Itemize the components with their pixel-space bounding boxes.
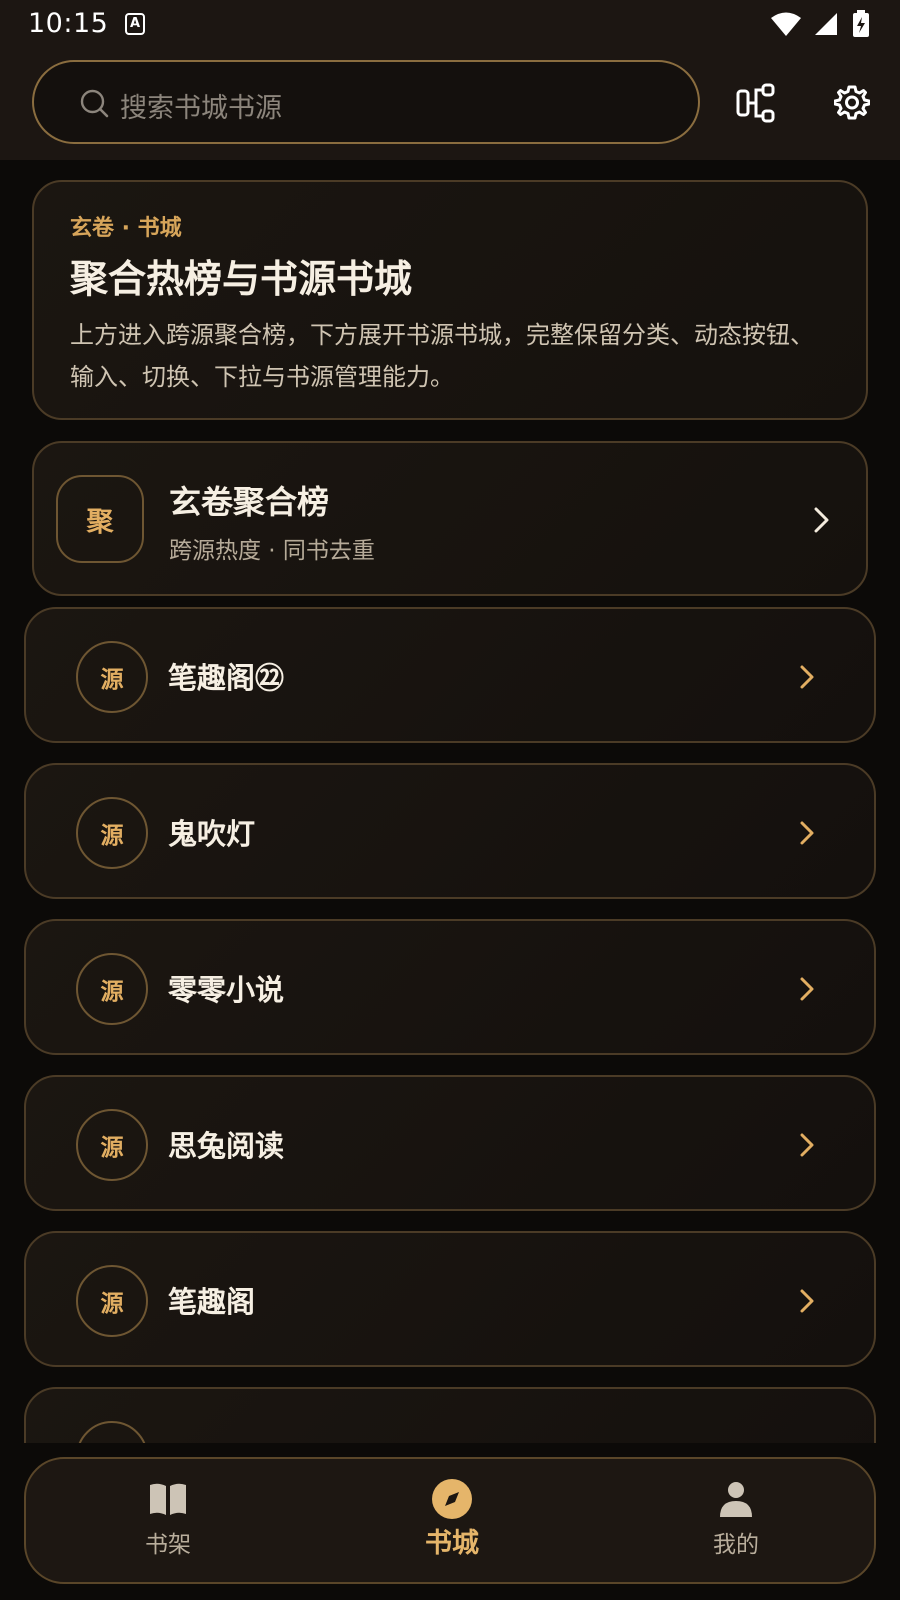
chevron-right-icon xyxy=(800,1133,814,1157)
chevron-right-icon xyxy=(800,665,814,689)
bottom-navigation: 书架 书城 我的 xyxy=(24,1457,876,1584)
cellular-signal-icon xyxy=(814,13,837,35)
intro-title: 聚合热榜与书源书城 xyxy=(70,257,413,301)
source-item[interactable]: 源 零零小说 xyxy=(24,919,876,1055)
source-name: 笔趣阁㉒ xyxy=(168,661,285,695)
source-badge: 源 xyxy=(76,953,148,1025)
source-item[interactable]: 源 鬼吹灯 xyxy=(24,763,876,899)
nav-bookshelf[interactable]: 书架 xyxy=(68,1459,268,1582)
intro-kicker: 玄卷 · 书城 xyxy=(70,216,182,241)
source-badge: 源 xyxy=(76,1265,148,1337)
search-icon xyxy=(80,89,109,118)
intro-description: 上方进入跨源聚合榜，下方展开书源书城，完整保留分类、动态按钮、输入、切换、下拉与… xyxy=(70,321,814,391)
notification-icon: A xyxy=(125,13,145,35)
source-badge: 源 xyxy=(76,641,148,713)
book-open-icon xyxy=(150,1483,186,1515)
search-placeholder: 搜索书城书源 xyxy=(120,93,282,124)
source-badge: 源 xyxy=(76,797,148,869)
nav-label: 我的 xyxy=(713,1532,759,1558)
intro-card: 玄卷 · 书城 聚合热榜与书源书城 上方进入跨源聚合榜，下方展开书源书城，完整保… xyxy=(32,180,868,420)
compass-icon xyxy=(432,1479,472,1519)
status-indicators xyxy=(770,10,870,40)
chevron-right-icon xyxy=(800,821,814,845)
source-item[interactable]: 源 笔趣阁 xyxy=(24,1231,876,1367)
wifi-icon xyxy=(770,12,801,36)
aggregate-badge: 聚 xyxy=(56,475,144,563)
nav-label: 书城 xyxy=(425,1528,479,1559)
chevron-right-icon xyxy=(800,977,814,1001)
status-time: 10:15 xyxy=(28,8,109,39)
source-badge: 源 xyxy=(76,1109,148,1181)
person-icon xyxy=(720,1482,752,1517)
nav-bookstore[interactable]: 书城 xyxy=(352,1459,552,1582)
top-header: 搜索书城书源 xyxy=(0,50,900,160)
source-flow-icon[interactable] xyxy=(736,83,776,123)
gear-icon[interactable] xyxy=(834,84,870,120)
source-name: 鬼吹灯 xyxy=(168,817,256,851)
source-item[interactable]: 源 xyxy=(24,1387,876,1443)
source-name: 思兔阅读 xyxy=(168,1129,285,1163)
source-name: 零零小说 xyxy=(168,973,285,1007)
source-item[interactable]: 源 笔趣阁㉒ xyxy=(24,607,876,743)
source-list: 源 笔趣阁㉒ 源 鬼吹灯 源 零零小说 源 思兔阅读 源 笔趣阁 xyxy=(0,607,900,1443)
aggregate-subtitle: 跨源热度 · 同书去重 xyxy=(169,538,375,564)
chevron-right-icon xyxy=(814,507,829,533)
battery-charging-icon xyxy=(853,10,869,37)
source-item[interactable]: 源 思兔阅读 xyxy=(24,1075,876,1211)
source-name: 笔趣阁 xyxy=(168,1285,256,1319)
chevron-right-icon xyxy=(800,1289,814,1313)
search-input[interactable]: 搜索书城书源 xyxy=(32,60,700,144)
aggregate-title: 玄卷聚合榜 xyxy=(169,483,330,521)
app-screen: 10:15 A 搜索书城书源 玄卷 · 书城 聚合热榜与书源书城 上方进入跨源聚… xyxy=(0,0,900,1600)
status-bar: 10:15 A xyxy=(0,0,900,50)
aggregate-ranking-card[interactable]: 聚 玄卷聚合榜 跨源热度 · 同书去重 xyxy=(32,441,868,596)
source-badge: 源 xyxy=(76,1421,148,1443)
nav-profile[interactable]: 我的 xyxy=(636,1459,836,1582)
nav-label: 书架 xyxy=(145,1532,191,1558)
